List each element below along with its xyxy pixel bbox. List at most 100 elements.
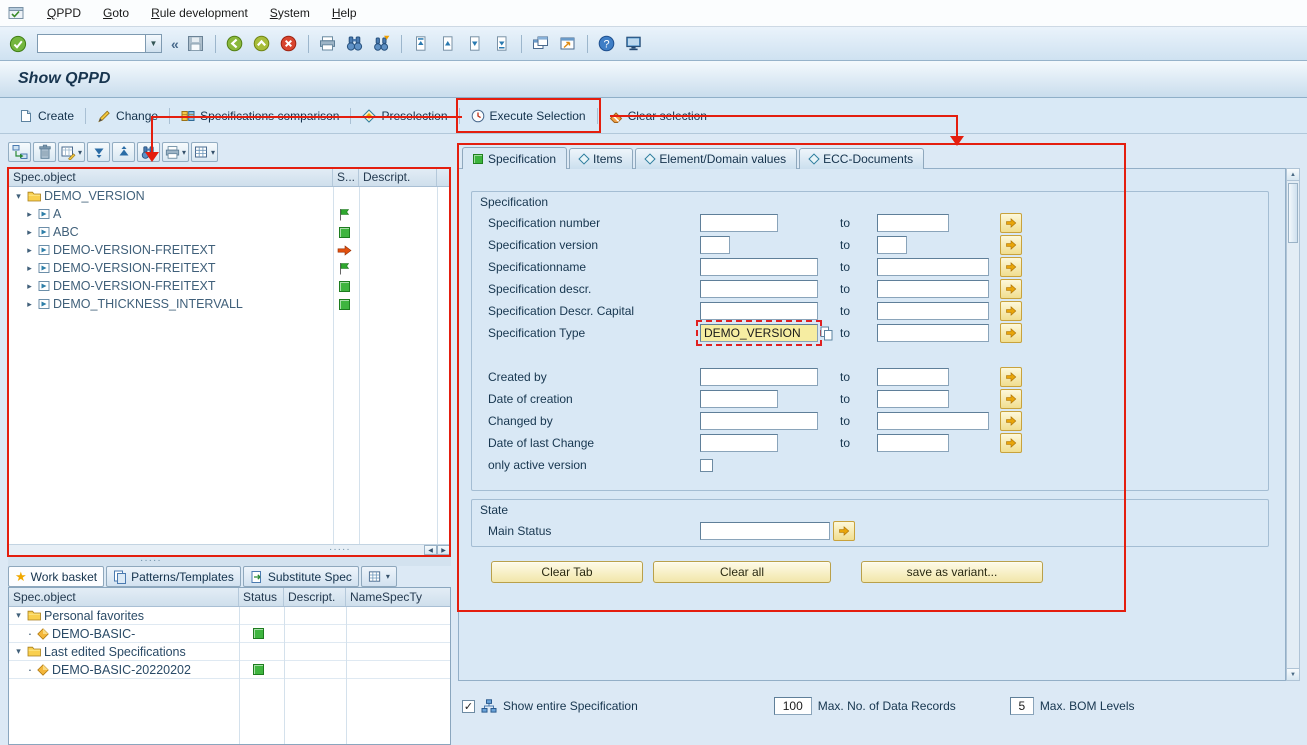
first-page-button[interactable] [409, 32, 433, 56]
menu-system[interactable]: System [259, 2, 321, 24]
only-active-version-checkbox[interactable] [700, 459, 713, 472]
create-shortcut-button[interactable] [556, 32, 580, 56]
column-header-status[interactable]: S... [333, 168, 359, 186]
expand-icon[interactable]: ▸ [24, 209, 35, 220]
scroll-down-icon[interactable]: ▼ [1287, 668, 1299, 680]
previous-page-button[interactable] [436, 32, 460, 56]
expand-icon[interactable]: ▸ [24, 263, 35, 274]
menu-rule-development[interactable]: Rule development [140, 2, 259, 24]
transfer-button[interactable] [8, 142, 31, 162]
spec-type-to-input[interactable] [877, 324, 989, 342]
spec-number-to-input[interactable] [877, 214, 949, 232]
help-button[interactable]: ? [595, 32, 619, 56]
expand-icon[interactable]: ▸ [24, 245, 35, 256]
collapse-icon[interactable]: ▾ [13, 646, 24, 657]
changed-by-to-input[interactable] [877, 412, 989, 430]
menu-help[interactable]: Help [321, 2, 368, 24]
command-input[interactable] [37, 34, 145, 53]
change-button[interactable]: Change [88, 104, 167, 127]
save-button[interactable] [184, 32, 208, 56]
print-tree-button[interactable]: ▾ [162, 142, 189, 162]
spec-version-from-input[interactable] [700, 236, 730, 254]
tree-row[interactable]: ▸ DEMO-VERSION-FREITEXT [9, 277, 450, 295]
clear-tab-button[interactable]: Clear Tab [491, 561, 643, 583]
save-as-variant-button[interactable]: save as variant... [861, 561, 1043, 583]
scroll-right-icon[interactable]: ▶ [437, 545, 450, 555]
enter-button[interactable] [6, 32, 30, 56]
tree-row[interactable]: ▸ ABC [9, 223, 450, 241]
tree-horizontal-scrollbar[interactable]: ····· ◀ ▶ [9, 544, 450, 555]
spec-descr-to-input[interactable] [877, 280, 989, 298]
menu-qppd[interactable]: QPPD [36, 2, 92, 24]
spec-number-from-input[interactable] [700, 214, 778, 232]
date-of-last-change-to-input[interactable] [877, 434, 949, 452]
changed-by-from-input[interactable] [700, 412, 818, 430]
tab-items[interactable]: Items [569, 148, 633, 169]
menu-goto[interactable]: Goto [92, 2, 140, 24]
tree-row[interactable]: ▸ DEMO_THICKNESS_INTERVALL [9, 295, 450, 313]
last-page-button[interactable] [490, 32, 514, 56]
system-menu-icon[interactable] [8, 5, 26, 21]
column-header-status[interactable]: Status [239, 588, 284, 606]
show-entire-specification-checkbox[interactable]: ✓ [462, 700, 475, 713]
exit-button[interactable] [250, 32, 274, 56]
collapse-command-icon[interactable]: « [169, 36, 181, 52]
clear-all-button[interactable]: Clear all [653, 561, 831, 583]
specifications-comparison-button[interactable]: Specifications comparison [172, 104, 348, 127]
next-page-button[interactable] [463, 32, 487, 56]
multi-select-button[interactable] [1000, 323, 1022, 343]
main-status-input[interactable] [700, 522, 830, 540]
column-header-descript[interactable]: Descript. [359, 168, 437, 186]
tab-specification[interactable]: Specification [462, 147, 567, 169]
multi-select-button[interactable] [1000, 257, 1022, 277]
tab-work-basket[interactable]: ★ Work basket [8, 566, 104, 587]
find-in-tree-button[interactable] [137, 142, 160, 162]
basket-item-row[interactable]: · DEMO-BASIC-20220202 [9, 661, 450, 679]
multi-select-button[interactable] [1000, 235, 1022, 255]
tab-element-domain-values[interactable]: Element/Domain values [635, 148, 797, 169]
spec-descr-from-input[interactable] [700, 280, 818, 298]
spec-name-from-input[interactable] [700, 258, 818, 276]
multi-select-button[interactable] [1000, 301, 1022, 321]
tree-row[interactable]: ▸ DEMO-VERSION-FREITEXT [9, 241, 450, 259]
sort-ascending-button[interactable] [112, 142, 135, 162]
expand-icon[interactable]: ▸ [24, 281, 35, 292]
date-of-creation-to-input[interactable] [877, 390, 949, 408]
spec-version-to-input[interactable] [877, 236, 907, 254]
multi-select-button[interactable] [1000, 433, 1022, 453]
back-button[interactable] [223, 32, 247, 56]
tab-substitute-spec[interactable]: Substitute Spec [243, 566, 359, 587]
multi-select-button[interactable] [833, 521, 855, 541]
date-of-creation-from-input[interactable] [700, 390, 778, 408]
cancel-button[interactable] [277, 32, 301, 56]
column-settings-button[interactable]: ▾ [58, 142, 85, 162]
created-by-from-input[interactable] [700, 368, 818, 386]
collapse-icon[interactable]: ▾ [13, 610, 24, 621]
multi-select-button[interactable] [1000, 213, 1022, 233]
new-session-button[interactable] [529, 32, 553, 56]
scroll-up-icon[interactable]: ▲ [1287, 169, 1299, 181]
history-dropdown-icon[interactable] [820, 326, 833, 341]
spec-descr-capital-from-input[interactable] [700, 302, 818, 320]
preselection-button[interactable]: Preselection [353, 104, 456, 127]
sort-descending-button[interactable] [87, 142, 110, 162]
max-bom-levels-input[interactable] [1010, 697, 1034, 715]
basket-layout-button[interactable]: ▾ [361, 566, 397, 587]
multi-select-button[interactable] [1000, 367, 1022, 387]
expand-icon[interactable]: ▸ [24, 299, 35, 310]
tab-ecc-documents[interactable]: ECC-Documents [799, 148, 924, 169]
spec-type-from-input[interactable] [700, 324, 818, 342]
date-of-last-change-from-input[interactable] [700, 434, 778, 452]
spec-descr-capital-to-input[interactable] [877, 302, 989, 320]
tree-row-root[interactable]: ▾ DEMO_VERSION [9, 187, 450, 205]
created-by-to-input[interactable] [877, 368, 949, 386]
multi-select-button[interactable] [1000, 279, 1022, 299]
expand-icon[interactable]: ▸ [24, 227, 35, 238]
collapse-icon[interactable]: ▾ [13, 191, 24, 202]
find-button[interactable] [343, 32, 367, 56]
tree-row[interactable]: ▸ DEMO-VERSION-FREITEXT [9, 259, 450, 277]
column-header-spec-object[interactable]: Spec.object [9, 588, 239, 606]
execute-selection-button[interactable]: Execute Selection [462, 104, 595, 127]
tree-row[interactable]: ▸ A [9, 205, 450, 223]
scrollbar-thumb[interactable] [1288, 183, 1298, 243]
